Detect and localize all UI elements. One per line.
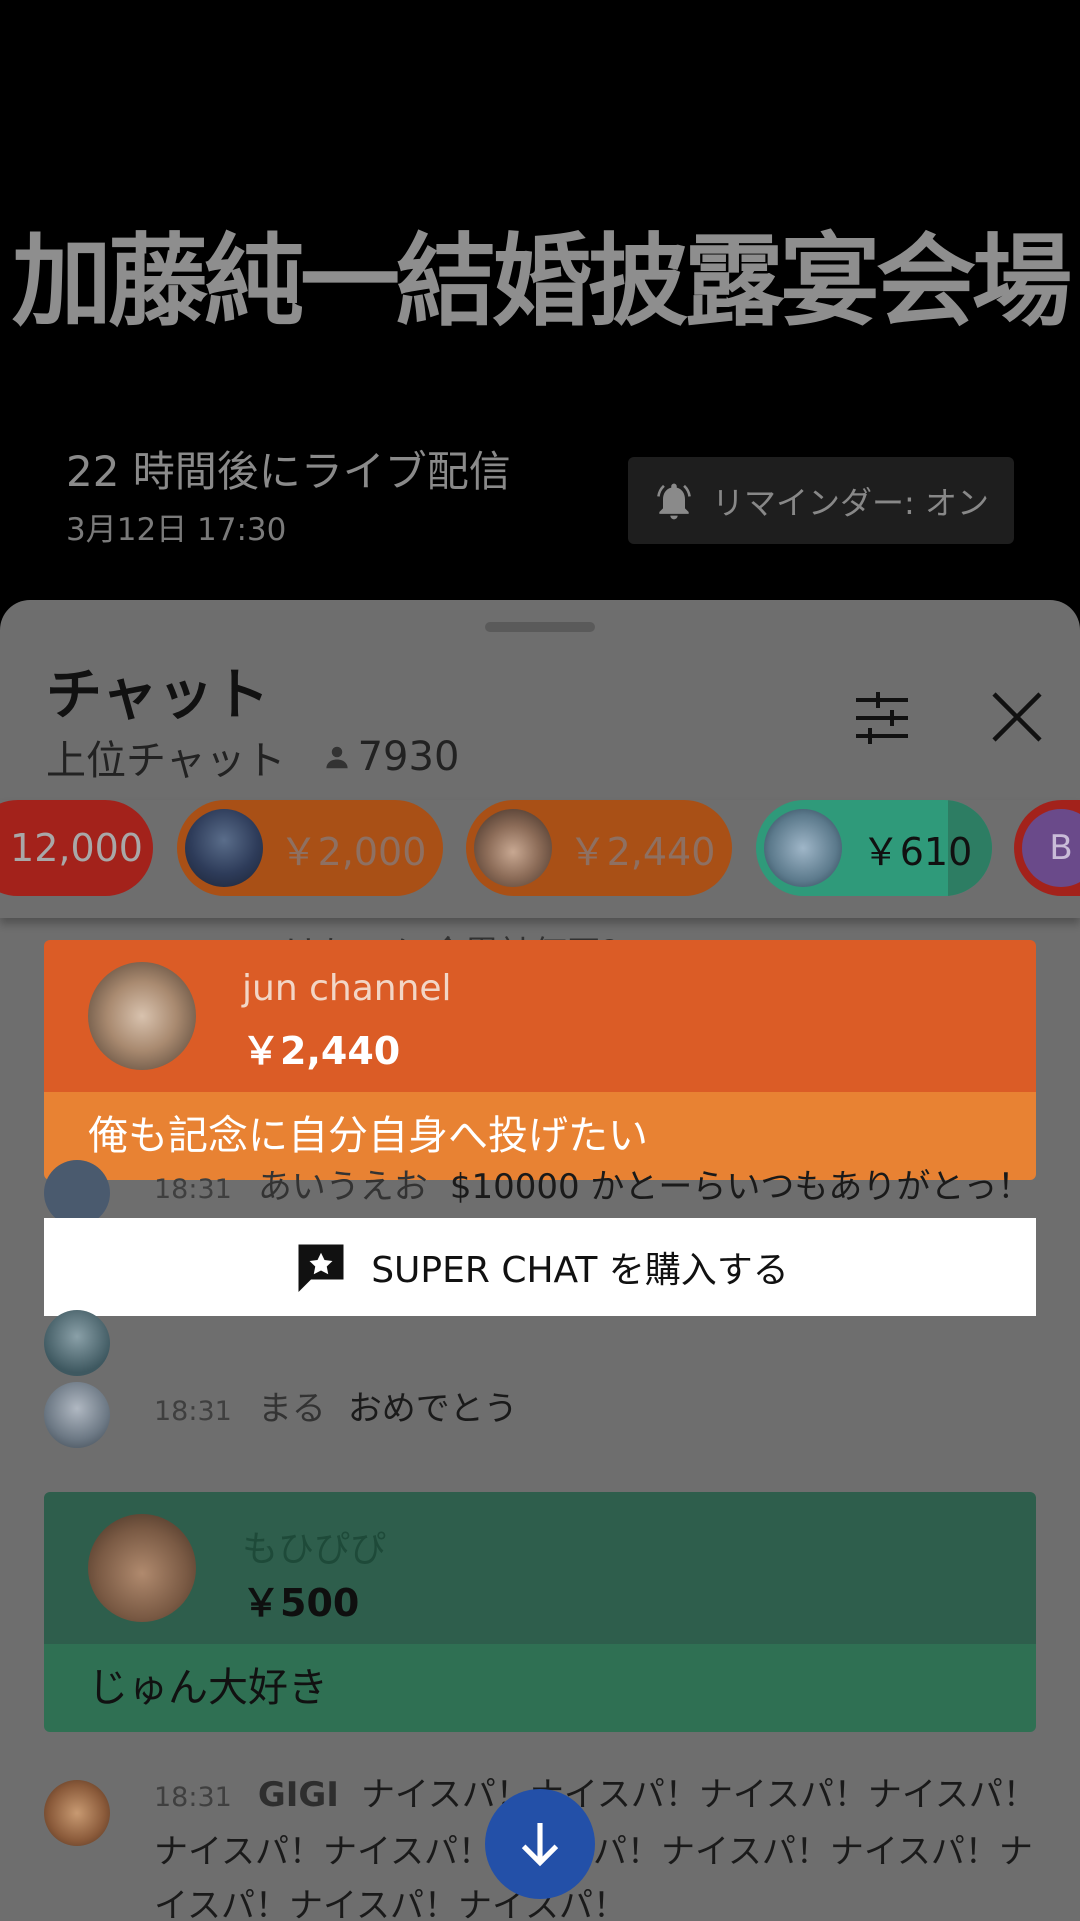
drag-handle[interactable]: [485, 622, 595, 632]
message-time: 18:31: [154, 1782, 232, 1813]
message-author: GIGI: [257, 1775, 339, 1815]
superchat-ticker: 12,000 ￥2,000 ￥2,440 ￥610 B: [0, 800, 1080, 918]
avatar: [88, 1514, 196, 1622]
superchat-icon: [298, 1244, 344, 1292]
message-author: まる: [257, 1389, 326, 1429]
pinned-superchat[interactable]: jun channel ￥2,440 俺も記念に自分自身へ投げたい: [44, 940, 1036, 1180]
chat-message: [44, 1310, 1044, 1376]
superchat[interactable]: もひぴぴ ￥500 じゅん大好き: [44, 1492, 1036, 1732]
superchat-author: jun channel: [242, 968, 452, 1009]
avatar: [185, 809, 263, 887]
viewer-count: 7930: [322, 734, 460, 780]
ticker-chip[interactable]: B: [1014, 800, 1080, 896]
chat-mode-label: 上位チャット: [46, 738, 286, 784]
ticker-chip[interactable]: ￥2,000: [177, 800, 443, 896]
avatar: [474, 809, 552, 887]
ticker-amount: ￥610: [861, 829, 973, 874]
superchat-amount: ￥500: [242, 1581, 360, 1625]
live-countdown: 22 時間後にライブ配信: [66, 447, 511, 496]
superchat-amount: ￥2,440: [242, 1029, 401, 1073]
message-time: 18:31: [154, 1396, 232, 1427]
close-icon[interactable]: [986, 686, 1048, 748]
ticker-chip[interactable]: ￥610: [756, 800, 992, 896]
avatar: [44, 1310, 110, 1376]
reminder-label: リマインダー: オン: [712, 483, 989, 522]
filter-icon[interactable]: [854, 690, 910, 746]
superchat-message: じゅん大好き: [44, 1644, 1036, 1732]
bell-icon: [657, 483, 691, 519]
message-author: あいうえお: [257, 1167, 428, 1207]
buy-superchat-button[interactable]: SUPER CHAT を購入する: [44, 1218, 1036, 1316]
ticker-chip[interactable]: 12,000: [0, 800, 153, 896]
ticker-amount: ￥2,000: [279, 829, 427, 874]
superchat-author: もひぴぴ: [242, 1529, 387, 1570]
avatar: B: [1022, 809, 1080, 887]
buy-superchat-label: SUPER CHAT を購入する: [371, 1250, 789, 1291]
arrow-down-icon: [521, 1823, 559, 1867]
message-time: 18:31: [154, 1174, 232, 1205]
avatar: [44, 1780, 110, 1846]
video-title: 加藤純一結婚披露宴会場: [12, 223, 1072, 340]
avatar: [44, 1160, 110, 1226]
video-player[interactable]: 加藤純一結婚披露宴会場 22 時間後にライブ配信 3月12日 17:30 リマイ…: [0, 0, 1080, 600]
live-date: 3月12日 17:30: [66, 512, 287, 548]
message-text: おめでとう: [347, 1389, 518, 1429]
viewer-count-value: 7930: [357, 734, 460, 780]
live-schedule: 22 時間後にライブ配信 3月12日 17:30: [66, 446, 511, 549]
chat-title: チャット: [46, 663, 270, 728]
ticker-chip[interactable]: ￥2,440: [466, 800, 732, 896]
chat-panel: チャット 上位チャット 7930 12,000 ￥2,000 ￥2,440 ￥6…: [0, 600, 1080, 1921]
person-icon: [325, 746, 348, 769]
avatar: [764, 809, 842, 887]
superchat-header: jun channel ￥2,440: [44, 940, 1036, 1092]
scroll-to-bottom-button[interactable]: [485, 1789, 595, 1899]
chat-mode-selector[interactable]: 上位チャット 7930: [46, 728, 459, 786]
reminder-button[interactable]: リマインダー: オン: [628, 457, 1014, 544]
message-text: $10000 かとーらいつもありがとっ！: [449, 1167, 1032, 1207]
superchat-header: もひぴぴ ￥500: [44, 1492, 1036, 1644]
ticker-amount: 12,000: [10, 826, 143, 870]
avatar: [44, 1382, 110, 1448]
chat-message: 18:31 あいうえお $10000 かとーらいつもありがとっ！: [44, 1160, 1044, 1226]
avatar: [88, 962, 196, 1070]
ticker-amount: ￥2,440: [568, 829, 716, 874]
chat-message: 18:31 まる おめでとう: [44, 1382, 1044, 1448]
